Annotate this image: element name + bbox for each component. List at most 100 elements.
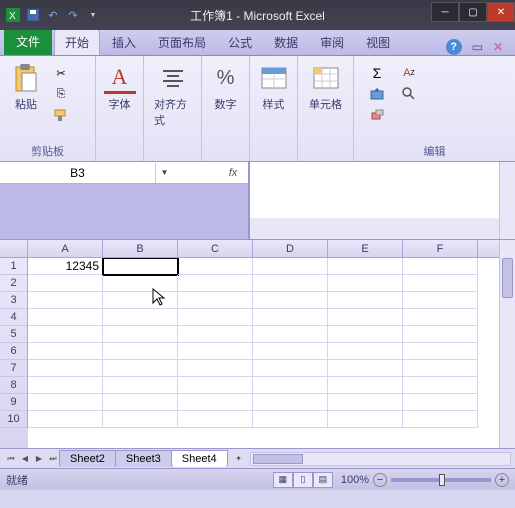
clear-icon[interactable]	[366, 106, 388, 124]
cell[interactable]	[403, 326, 478, 343]
row-header[interactable]: 1	[0, 258, 28, 275]
save-icon[interactable]	[24, 6, 42, 24]
row-header[interactable]: 8	[0, 377, 28, 394]
cell[interactable]	[178, 360, 253, 377]
vertical-scrollbar[interactable]	[499, 240, 515, 448]
row-header[interactable]: 10	[0, 411, 28, 428]
tab-formulas[interactable]: 公式	[218, 30, 262, 55]
sheet-tab-active[interactable]: Sheet4	[171, 450, 228, 467]
maximize-button[interactable]: ▢	[459, 2, 487, 22]
format-painter-icon[interactable]	[50, 106, 72, 124]
cell[interactable]	[178, 394, 253, 411]
copy-icon[interactable]: ⎘	[50, 85, 72, 103]
name-box[interactable]	[0, 163, 155, 183]
col-header-C[interactable]: C	[178, 240, 253, 257]
cell[interactable]	[253, 394, 328, 411]
cell[interactable]	[328, 343, 403, 360]
tab-file[interactable]: 文件	[4, 28, 52, 55]
view-normal-icon[interactable]: ▦	[273, 472, 293, 488]
cell[interactable]	[328, 360, 403, 377]
cell[interactable]	[403, 411, 478, 428]
cell[interactable]	[328, 411, 403, 428]
cell[interactable]	[103, 394, 178, 411]
cell[interactable]	[103, 309, 178, 326]
row-header[interactable]: 3	[0, 292, 28, 309]
cell[interactable]	[253, 343, 328, 360]
cell[interactable]	[178, 411, 253, 428]
view-pagebreak-icon[interactable]: ▤	[313, 472, 333, 488]
cell[interactable]	[28, 360, 103, 377]
autosum-icon[interactable]: Σ	[366, 64, 388, 82]
help-icon[interactable]: ?	[446, 39, 462, 55]
tab-home[interactable]: 开始	[54, 29, 100, 55]
cell[interactable]	[328, 377, 403, 394]
cell[interactable]	[103, 326, 178, 343]
doc-close-icon[interactable]: ✕	[493, 40, 503, 54]
cell[interactable]	[28, 411, 103, 428]
cells-button[interactable]: 单元格	[304, 60, 347, 114]
col-header-B[interactable]: B	[103, 240, 178, 257]
sheet-nav-first-icon[interactable]: ⏮	[4, 452, 18, 466]
styles-button[interactable]: 样式	[256, 60, 291, 114]
cell[interactable]	[403, 394, 478, 411]
name-box-dropdown-icon[interactable]: ▼	[155, 163, 173, 183]
cut-icon[interactable]: ✂	[50, 64, 72, 82]
cell[interactable]	[103, 292, 178, 309]
qat-dropdown-icon[interactable]: ▼	[84, 6, 102, 24]
sheet-nav-next-icon[interactable]: ▶	[32, 452, 46, 466]
cell[interactable]	[103, 275, 178, 292]
row-header[interactable]: 5	[0, 326, 28, 343]
formula-scroll[interactable]	[499, 162, 515, 239]
ribbon-minimize-icon[interactable]: ▭	[472, 40, 483, 54]
cell[interactable]	[253, 377, 328, 394]
find-icon[interactable]	[398, 85, 420, 103]
new-sheet-icon[interactable]: ✦	[232, 452, 246, 466]
select-all-corner[interactable]	[0, 240, 28, 257]
cell[interactable]	[28, 343, 103, 360]
cell[interactable]	[328, 394, 403, 411]
minimize-button[interactable]: ─	[431, 2, 459, 22]
number-button[interactable]: % 数字	[208, 60, 243, 114]
cells-area[interactable]: 12345	[28, 258, 515, 448]
cell-A1[interactable]: 12345	[28, 258, 103, 275]
cell[interactable]	[178, 292, 253, 309]
cell[interactable]	[328, 275, 403, 292]
cell[interactable]	[178, 258, 253, 275]
row-header[interactable]: 9	[0, 394, 28, 411]
cell[interactable]	[103, 360, 178, 377]
cell[interactable]	[403, 275, 478, 292]
redo-icon[interactable]: ↷	[64, 6, 82, 24]
formula-bar[interactable]	[250, 162, 499, 218]
cell[interactable]	[28, 394, 103, 411]
sort-icon[interactable]: AZ	[398, 64, 420, 82]
close-button[interactable]: ✕	[487, 2, 515, 22]
tab-insert[interactable]: 插入	[102, 30, 146, 55]
cell[interactable]	[253, 309, 328, 326]
cell[interactable]	[178, 326, 253, 343]
row-header[interactable]: 4	[0, 309, 28, 326]
cell[interactable]	[328, 326, 403, 343]
fx-icon[interactable]: fx	[218, 167, 248, 179]
alignment-button[interactable]: 对齐方式	[150, 60, 195, 130]
excel-icon[interactable]: X	[4, 6, 22, 24]
zoom-out-icon[interactable]: −	[373, 473, 387, 487]
cell[interactable]	[28, 292, 103, 309]
tab-data[interactable]: 数据	[264, 30, 308, 55]
sheet-nav-last-icon[interactable]: ⏭	[46, 452, 60, 466]
font-button[interactable]: A 字体	[102, 60, 137, 114]
cell[interactable]	[178, 275, 253, 292]
zoom-in-icon[interactable]: +	[495, 473, 509, 487]
col-header-F[interactable]: F	[403, 240, 478, 257]
cell[interactable]	[103, 343, 178, 360]
sheet-nav-prev-icon[interactable]: ◀	[18, 452, 32, 466]
cell[interactable]	[403, 258, 478, 275]
cell[interactable]	[253, 275, 328, 292]
horizontal-scrollbar[interactable]	[250, 452, 511, 466]
paste-button[interactable]: 粘贴	[6, 60, 46, 114]
col-header-A[interactable]: A	[28, 240, 103, 257]
col-header-D[interactable]: D	[253, 240, 328, 257]
cell[interactable]	[28, 309, 103, 326]
view-layout-icon[interactable]: ▯	[293, 472, 313, 488]
cell[interactable]	[103, 377, 178, 394]
cell[interactable]	[103, 411, 178, 428]
